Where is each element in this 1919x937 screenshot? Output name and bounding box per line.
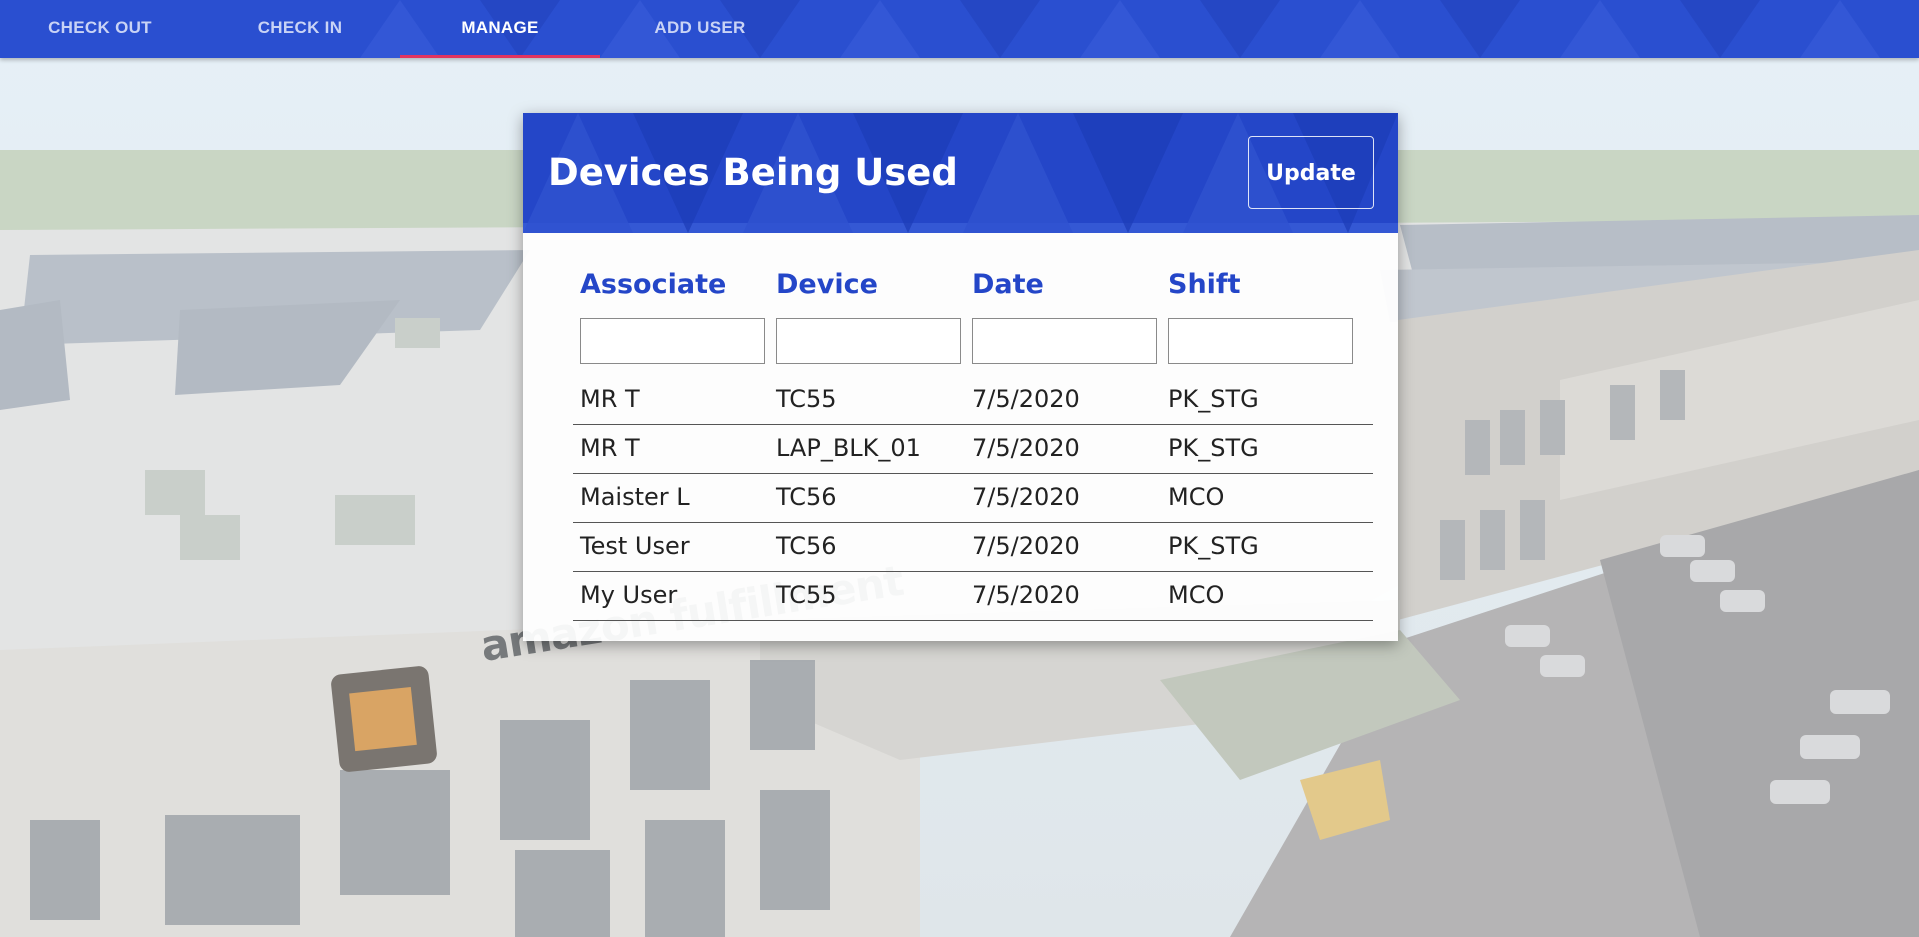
column-header-device[interactable]: Device <box>776 269 878 300</box>
shift-filter-input[interactable] <box>1168 318 1353 364</box>
shift-cell: MCO <box>1168 483 1225 511</box>
date-cell: 7/5/2020 <box>972 581 1080 609</box>
date-cell: 7/5/2020 <box>972 532 1080 560</box>
card-header: Devices Being Used Update <box>523 113 1398 233</box>
shift-cell: PK_STG <box>1168 434 1259 462</box>
device-cell: TC56 <box>776 532 837 560</box>
tab-check-in[interactable]: CHECK IN <box>200 0 400 58</box>
devices-card: Devices Being Used Update Associate Devi… <box>523 113 1398 641</box>
associate-cell: Test User <box>580 532 690 560</box>
table-row[interactable]: My User TC55 7/5/2020 MCO <box>573 571 1373 621</box>
associate-cell: MR T <box>580 434 640 462</box>
tab-add-user[interactable]: ADD USER <box>600 0 800 58</box>
active-tab-indicator <box>400 55 600 58</box>
device-cell: LAP_BLK_01 <box>776 434 921 462</box>
tab-check-in-label: CHECK IN <box>257 18 343 37</box>
table-row[interactable]: MR T TC55 7/5/2020 PK_STG <box>573 375 1373 425</box>
shift-cell: PK_STG <box>1168 532 1259 560</box>
column-header-associate[interactable]: Associate <box>580 269 726 300</box>
tab-manage[interactable]: MANAGE <box>400 0 600 58</box>
device-filter-input[interactable] <box>776 318 961 364</box>
card-title: Devices Being Used <box>548 151 958 194</box>
shift-cell: PK_STG <box>1168 385 1259 413</box>
tab-check-out-label: CHECK OUT <box>48 18 152 37</box>
tab-check-out[interactable]: CHECK OUT <box>0 0 200 58</box>
associate-filter-input[interactable] <box>580 318 765 364</box>
table-row[interactable]: Maister L TC56 7/5/2020 MCO <box>573 473 1373 523</box>
table-row[interactable]: Test User TC56 7/5/2020 PK_STG <box>573 522 1373 572</box>
tab-add-user-label: ADD USER <box>654 18 746 37</box>
associate-cell: Maister L <box>580 483 690 511</box>
device-cell: TC56 <box>776 483 837 511</box>
date-cell: 7/5/2020 <box>972 385 1080 413</box>
associate-cell: My User <box>580 581 678 609</box>
tab-manage-label: MANAGE <box>461 18 539 37</box>
shift-cell: MCO <box>1168 581 1225 609</box>
date-filter-input[interactable] <box>972 318 1157 364</box>
associate-cell: MR T <box>580 385 640 413</box>
table-row[interactable]: MR T LAP_BLK_01 7/5/2020 PK_STG <box>573 424 1373 474</box>
update-button[interactable]: Update <box>1248 136 1374 209</box>
date-cell: 7/5/2020 <box>972 434 1080 462</box>
top-nav: CHECK OUT CHECK IN MANAGE ADD USER <box>0 0 1919 58</box>
device-cell: TC55 <box>776 581 837 609</box>
column-header-shift[interactable]: Shift <box>1168 269 1241 300</box>
date-cell: 7/5/2020 <box>972 483 1080 511</box>
device-cell: TC55 <box>776 385 837 413</box>
column-header-date[interactable]: Date <box>972 269 1044 300</box>
